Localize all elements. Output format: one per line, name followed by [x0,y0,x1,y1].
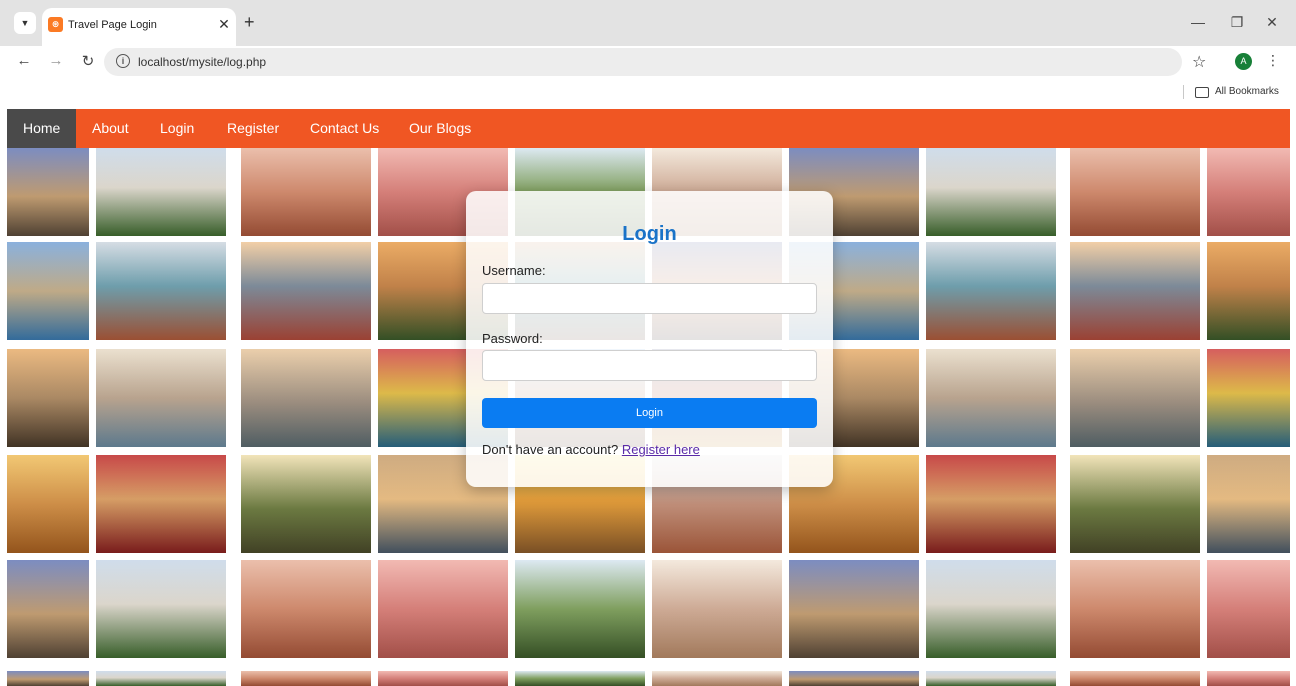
collage-photo [515,671,645,686]
collage-photo [652,671,782,686]
bookmarks-separator [1183,85,1184,99]
site-nav-bar: Home About Login Register Contact Us Our… [7,109,1290,148]
tab-search-chevron-icon[interactable]: ▼ [14,12,36,34]
collage-photo [1207,560,1290,658]
collage-photo [1070,148,1200,236]
collage-photo [926,148,1056,236]
collage-photo [241,671,371,686]
nav-our-blogs[interactable]: Our Blogs [393,109,487,148]
collage-photo [7,242,89,340]
collage-photo [1207,671,1290,686]
all-bookmarks-link[interactable]: All Bookmarks [1215,86,1279,97]
minimize-icon[interactable]: — [1188,14,1208,30]
collage-photo [241,148,371,236]
collage-photo [1070,242,1200,340]
collage-photo [241,349,371,447]
new-tab-plus-icon[interactable]: + [244,12,255,33]
collage-photo [926,242,1056,340]
login-card: Login Username: Password: Login Don't ha… [466,191,833,487]
address-bar[interactable]: i localhost/mysite/log.php [104,48,1182,76]
login-title: Login [622,223,677,245]
forward-arrow-icon[interactable]: → [46,52,66,69]
nav-contact-us[interactable]: Contact Us [294,109,395,148]
tab-title: Travel Page Login [68,19,157,31]
collage-photo [96,349,226,447]
collage-photo [7,148,89,236]
reload-icon[interactable]: ↻ [78,52,98,70]
password-label: Password: [482,331,543,346]
nav-home[interactable]: Home [7,109,77,148]
url-text[interactable]: localhost/mysite/log.php [138,55,266,69]
collage-photo [96,671,226,686]
browser-toolbar: ← → ↻ i localhost/mysite/log.php ☆ A ⋮ [0,46,1296,78]
collage-photo [241,560,371,658]
collage-photo [652,560,782,658]
login-button[interactable]: Login [482,398,817,428]
collage-photo [378,560,508,658]
collage-photo [1207,148,1290,236]
bookmarks-bar: All Bookmarks [0,78,1296,108]
restore-icon[interactable]: ❐ [1227,14,1247,31]
collage-photo [7,560,89,658]
register-prompt-line: Don't have an account? Register here [482,442,700,457]
more-menu-icon[interactable]: ⋮ [1266,52,1280,69]
close-tab-icon[interactable]: ✕ [216,16,232,33]
username-input[interactable] [482,283,817,314]
collage-photo [1070,349,1200,447]
collage-photo [926,560,1056,658]
username-label: Username: [482,263,546,278]
collage-photo [1207,455,1290,553]
browser-tab[interactable]: ⊛ Travel Page Login ✕ [42,8,236,46]
collage-photo [1070,560,1200,658]
register-prompt-text: Don't have an account? [482,442,619,457]
collage-photo [241,242,371,340]
collage-photo [7,671,89,686]
collage-photo [789,671,919,686]
close-window-icon[interactable]: ✕ [1262,14,1282,31]
collage-photo [96,455,226,553]
collage-photo [926,455,1056,553]
collage-photo [1207,349,1290,447]
collage-photo [241,455,371,553]
collage-photo [926,349,1056,447]
site-info-icon[interactable]: i [116,54,130,68]
collage-photo [96,148,226,236]
collage-photo [7,455,89,553]
back-arrow-icon[interactable]: ← [14,52,34,69]
collage-photo [926,671,1056,686]
collage-photo [789,560,919,658]
browser-tab-strip: ▼ ⊛ Travel Page Login ✕ + — ❐ ✕ [0,0,1296,46]
register-here-link[interactable]: Register here [622,442,700,457]
bookmark-star-icon[interactable]: ☆ [1192,52,1206,72]
collage-photo [1207,242,1290,340]
nav-about[interactable]: About [76,109,145,148]
nav-login[interactable]: Login [144,109,210,148]
collage-photo [96,242,226,340]
nav-register[interactable]: Register [211,109,295,148]
collage-photo [1070,455,1200,553]
profile-avatar[interactable]: A [1235,53,1252,70]
xampp-icon: ⊛ [48,17,63,32]
collage-photo [1070,671,1200,686]
password-input[interactable] [482,350,817,381]
collage-photo [378,671,508,686]
collage-photo [96,560,226,658]
collage-photo [515,560,645,658]
collage-photo [7,349,89,447]
folder-icon[interactable] [1195,87,1209,98]
